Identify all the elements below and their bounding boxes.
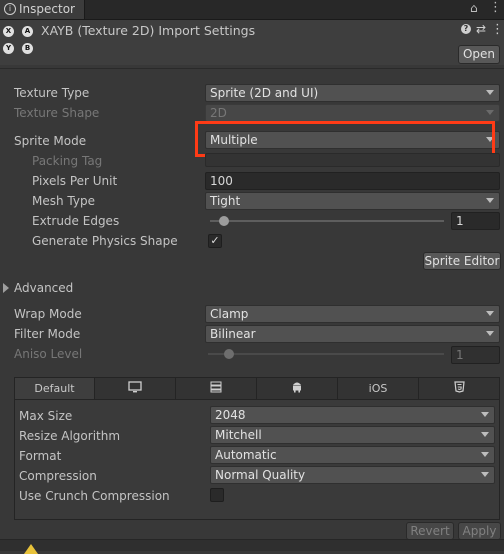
wrap-mode-label: Wrap Mode: [14, 307, 82, 321]
warning-icon: [24, 544, 38, 554]
asset-title: XAYB (Texture 2D) Import Settings: [41, 23, 256, 38]
wrap-mode-value: Clamp: [210, 307, 249, 321]
header-divider: [0, 68, 504, 69]
use-crunch-compression-checkbox[interactable]: [210, 488, 224, 502]
caret-right-icon[interactable]: [3, 283, 9, 293]
format-dropdown[interactable]: Automatic: [210, 446, 495, 464]
packing-tag-label: Packing Tag: [32, 154, 103, 168]
generate-physics-shape-checkbox[interactable]: ✓: [208, 234, 222, 248]
tab-default-label: Default: [34, 382, 75, 395]
html5-icon: [453, 379, 465, 400]
tab-default[interactable]: Default: [15, 378, 95, 399]
texture-type-label: Texture Type: [14, 86, 90, 100]
sprite-mode-label: Sprite Mode: [14, 134, 87, 148]
mesh-type-value: Tight: [210, 194, 241, 208]
texture-type-dropdown[interactable]: Sprite (2D and UI): [205, 84, 500, 102]
extrude-edges-slider-track[interactable]: [210, 220, 444, 222]
texture-shape-dropdown: 2D: [205, 104, 500, 122]
chevron-down-icon: [481, 452, 489, 457]
texture-type-value: Sprite (2D and UI): [210, 86, 319, 100]
tab-android[interactable]: [257, 378, 338, 399]
monitor-icon: [128, 379, 142, 400]
inspector-tab[interactable]: i Inspector: [0, 0, 85, 19]
texture-shape-label: Texture Shape: [14, 106, 100, 120]
filter-mode-label: Filter Mode: [14, 327, 81, 341]
max-size-value: 2048: [215, 408, 246, 422]
android-icon: [291, 379, 303, 400]
compression-value: Normal Quality: [215, 468, 306, 482]
max-size-label: Max Size: [19, 409, 73, 423]
platform-tabs: Default iOS: [15, 378, 499, 400]
bottom-strip: [0, 539, 504, 551]
apply-button[interactable]: Apply: [458, 522, 501, 540]
resize-algorithm-label: Resize Algorithm: [19, 429, 121, 443]
help-icon[interactable]: ?: [461, 24, 471, 34]
extrude-edges-label: Extrude Edges: [32, 214, 120, 228]
tab-standalone[interactable]: [95, 378, 176, 399]
open-button[interactable]: Open: [458, 45, 500, 64]
tab-ios[interactable]: iOS: [338, 378, 419, 399]
mesh-type-label: Mesh Type: [32, 194, 95, 208]
window-tab-bar: i Inspector ⌂ ⋮: [0, 0, 504, 20]
use-crunch-compression-label: Use Crunch Compression: [19, 489, 170, 503]
info-icon: i: [4, 3, 16, 15]
format-label: Format: [19, 449, 62, 463]
extrude-edges-value: 1: [456, 214, 464, 228]
generate-physics-shape-label: Generate Physics Shape: [32, 234, 178, 248]
inspector-tab-label: Inspector: [19, 2, 75, 16]
platform-glyph-y-icon: Y: [3, 43, 14, 54]
resize-algorithm-value: Mitchell: [215, 428, 262, 442]
filter-mode-dropdown[interactable]: Bilinear: [205, 325, 500, 343]
max-size-dropdown[interactable]: 2048: [210, 406, 495, 424]
texture-shape-value: 2D: [210, 106, 227, 120]
platform-glyph-x-icon: X: [3, 26, 14, 37]
compression-dropdown[interactable]: Normal Quality: [210, 466, 495, 484]
platform-glyph-a-icon: A: [22, 26, 33, 37]
lock-icon[interactable]: ⌂: [470, 1, 478, 15]
tab-webgl[interactable]: [419, 378, 499, 399]
chevron-down-icon: [486, 198, 494, 203]
chevron-down-icon: [481, 412, 489, 417]
tab-ios-label: iOS: [368, 382, 388, 395]
packing-tag-field: [205, 153, 500, 167]
context-menu-icon[interactable]: ⋮: [491, 22, 504, 37]
extrude-edges-field[interactable]: 1: [451, 212, 500, 230]
extrude-edges-slider-knob[interactable]: [219, 216, 230, 226]
chevron-down-icon: [486, 311, 494, 316]
chevron-down-icon: [481, 432, 489, 437]
sprite-editor-button[interactable]: Sprite Editor: [423, 252, 501, 270]
server-icon: [210, 379, 222, 400]
compression-label: Compression: [19, 469, 97, 483]
aniso-level-value: 1: [456, 348, 464, 362]
kebab-menu-icon[interactable]: ⋮: [489, 0, 502, 15]
chevron-down-icon: [486, 90, 494, 95]
preset-icon[interactable]: ⇄: [476, 22, 486, 36]
aniso-level-field: 1: [451, 346, 500, 364]
filter-mode-value: Bilinear: [210, 327, 256, 341]
resize-algorithm-dropdown[interactable]: Mitchell: [210, 426, 495, 444]
format-value: Automatic: [215, 448, 277, 462]
pixels-per-unit-field[interactable]: 100: [205, 172, 500, 190]
wrap-mode-dropdown[interactable]: Clamp: [205, 305, 500, 323]
advanced-foldout[interactable]: Advanced: [14, 281, 73, 295]
aniso-level-slider-knob: [224, 349, 235, 359]
aniso-level-slider-track: [208, 353, 444, 355]
tab-server[interactable]: [176, 378, 257, 399]
highlight-box: [195, 121, 495, 157]
chevron-down-icon: [481, 472, 489, 477]
aniso-level-label: Aniso Level: [14, 347, 83, 361]
chevron-down-icon: [486, 331, 494, 336]
pixels-per-unit-value: 100: [210, 174, 233, 188]
platform-settings-panel: Default iOS Max Size 2048 Resize Algorit…: [14, 377, 500, 520]
mesh-type-dropdown[interactable]: Tight: [205, 192, 500, 210]
platform-glyph-b-icon: B: [22, 43, 33, 54]
checkmark-icon: ✓: [210, 234, 220, 247]
pixels-per-unit-label: Pixels Per Unit: [32, 174, 118, 188]
revert-button[interactable]: Revert: [406, 522, 454, 540]
chevron-down-icon: [486, 110, 494, 115]
